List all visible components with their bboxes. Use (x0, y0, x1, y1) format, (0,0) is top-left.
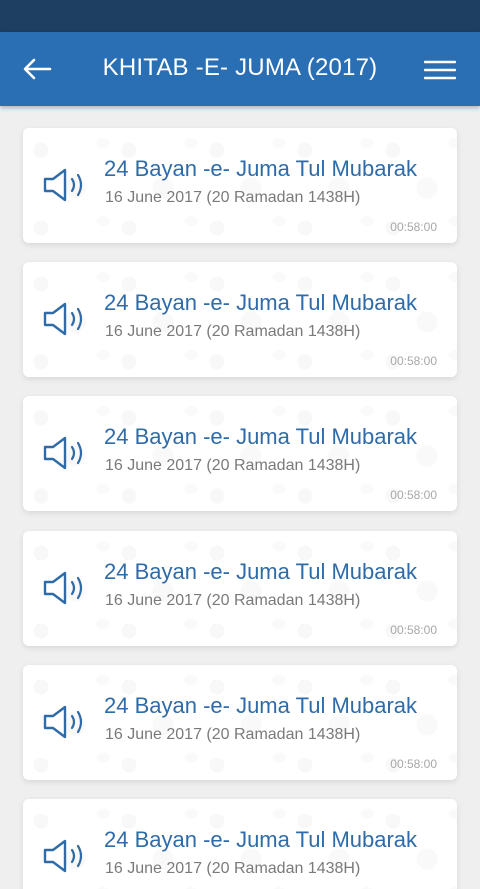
item-duration: 00:58:00 (390, 488, 437, 502)
hamburger-menu-icon (424, 60, 456, 80)
item-date: 16 June 2017 (20 Ramadan 1438H) (105, 592, 361, 609)
speaker-icon (43, 571, 83, 605)
list-item[interactable]: 24 Bayan -e- Juma Tul Mubarak 16 June 20… (23, 665, 457, 780)
page-title: KHITAB -E- JUMA (2017) (102, 54, 378, 81)
item-date: 16 June 2017 (20 Ramadan 1438H) (105, 189, 361, 206)
list-item[interactable]: 24 Bayan -e- Juma Tul Mubarak 16 June 20… (23, 396, 457, 511)
item-title: 24 Bayan -e- Juma Tul Mubarak (104, 156, 418, 181)
item-title: 24 Bayan -e- Juma Tul Mubarak (104, 827, 418, 852)
item-duration: 00:58:00 (390, 757, 437, 771)
list-item[interactable]: 24 Bayan -e- Juma Tul Mubarak 16 June 20… (23, 262, 457, 377)
item-title: 24 Bayan -e- Juma Tul Mubarak (104, 290, 418, 315)
speaker-icon (43, 168, 83, 202)
list-item[interactable]: 24 Bayan -e- Juma Tul Mubarak 16 June 20… (23, 799, 457, 889)
bayan-list[interactable]: 24 Bayan -e- Juma Tul Mubarak 16 June 20… (0, 106, 480, 889)
item-duration: 00:58:00 (390, 354, 437, 368)
speaker-icon (43, 705, 83, 739)
item-title: 24 Bayan -e- Juma Tul Mubarak (104, 693, 418, 718)
item-date: 16 June 2017 (20 Ramadan 1438H) (105, 860, 361, 877)
item-date: 16 June 2017 (20 Ramadan 1438H) (105, 323, 361, 340)
speaker-icon (43, 839, 83, 873)
item-duration: 00:58:00 (390, 623, 437, 637)
list-item[interactable]: 24 Bayan -e- Juma Tul Mubarak 16 June 20… (23, 128, 457, 243)
item-date: 16 June 2017 (20 Ramadan 1438H) (105, 726, 361, 743)
speaker-icon (43, 302, 83, 336)
list-item[interactable]: 24 Bayan -e- Juma Tul Mubarak 16 June 20… (23, 531, 457, 646)
item-date: 16 June 2017 (20 Ramadan 1438H) (105, 457, 361, 474)
item-title: 24 Bayan -e- Juma Tul Mubarak (104, 559, 418, 584)
item-title: 24 Bayan -e- Juma Tul Mubarak (104, 424, 418, 449)
speaker-icon (43, 436, 83, 470)
menu-button[interactable] (422, 52, 458, 88)
app-bar: KHITAB -E- JUMA (2017) (0, 32, 480, 106)
item-duration: 00:58:00 (390, 220, 437, 234)
status-bar (0, 0, 480, 32)
